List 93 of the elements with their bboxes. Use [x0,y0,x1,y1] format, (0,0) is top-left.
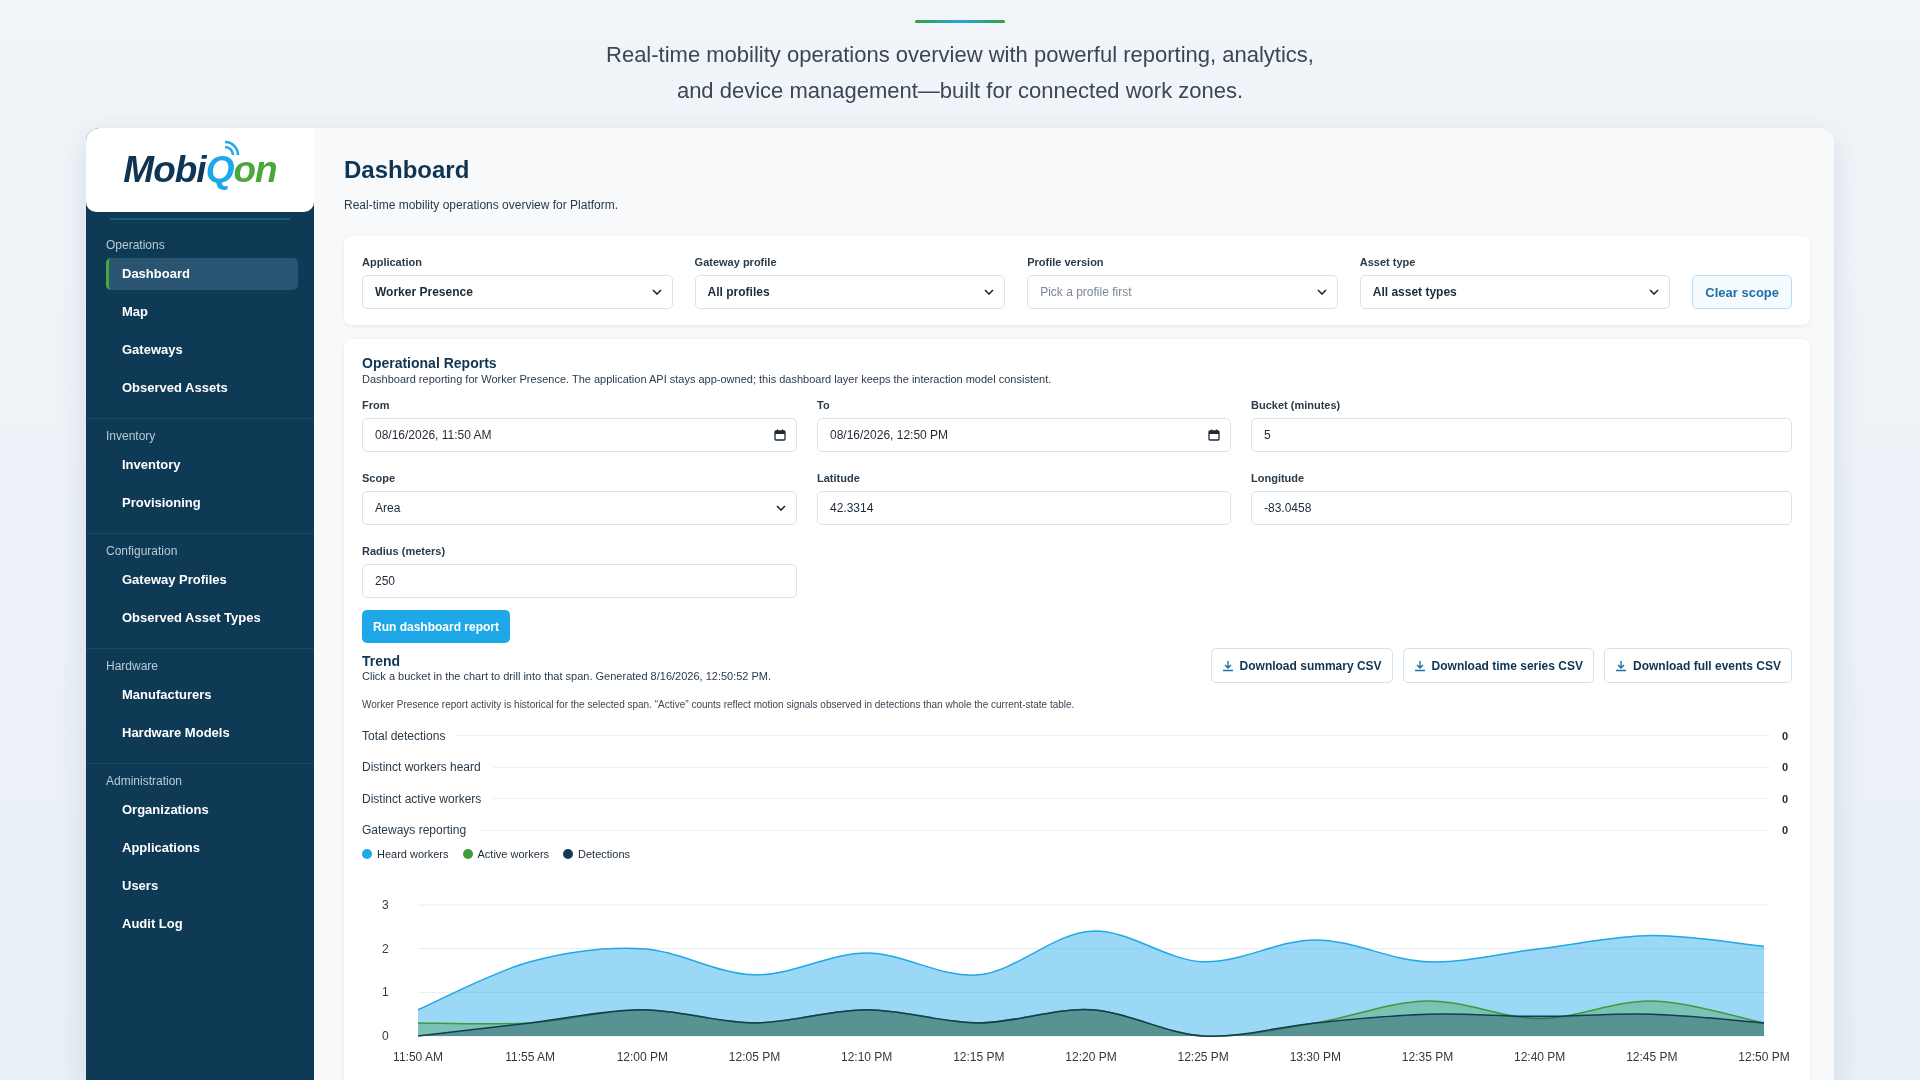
nav-item[interactable]: Gateways [106,334,298,366]
stat-label: Gateways reporting [362,823,467,838]
chevron-down-icon [984,289,995,295]
axis-tick-label: 12:50 PM [1738,1050,1790,1064]
dropdown-field[interactable]: Worker Presence [362,275,673,309]
field-label: Radius (meters) [362,545,447,557]
date-field[interactable]: 08/16/2026, 12:50 PM [817,418,1231,452]
stat-value: 0 [1781,824,1788,837]
download-icon [1221,659,1234,672]
input-field[interactable]: 42.3314 [817,491,1231,525]
field-label: From [362,399,391,411]
nav-item[interactable]: Observed Assets [106,372,298,404]
section-description: Dashboard reporting for Worker Presence. The application API stays app-owned; this dashboard layer keeps the interaction model consistent. [362,373,1053,385]
axis-tick-label: 0 [382,1029,389,1043]
nav-section-title: Inventory [106,429,157,443]
date-field[interactable]: 08/16/2026, 11:50 AM [362,418,797,452]
calendar-icon [1208,429,1220,441]
nav-item[interactable]: Gateway Profiles [106,564,298,596]
axis-tick-label: 12:05 PM [728,1050,781,1064]
nav-item[interactable]: Hardware Models [106,717,298,749]
input-field[interactable]: -83.0458 [1251,491,1792,525]
nav-section-title: Administration [106,774,184,788]
section-title: Operational Reports [362,355,498,371]
nav-item[interactable]: Observed Asset Types [106,602,298,634]
nav-section-title: Configuration [106,544,179,558]
clear-scope-button[interactable]: Clear scope [1692,275,1792,309]
field-label: Gateway profile [694,256,778,268]
download-icon [1413,659,1426,672]
chevron-down-icon [1649,289,1660,295]
field-label: To [817,399,831,411]
stat-value: 0 [1781,729,1788,742]
axis-tick-label: 11:55 AM [505,1050,556,1064]
axis-tick-label: 12:25 PM [1177,1050,1229,1064]
axis-tick-label: 11:50 AM [393,1050,443,1064]
legend-label: Detections [578,848,631,860]
field-label: Latitude [817,472,861,484]
nav-item[interactable]: Applications [106,832,298,864]
stat-label: Distinct active workers [362,791,482,806]
nav-item[interactable]: Provisioning [106,487,298,519]
page-subtitle: Real-time mobility operations overview for Platform. [344,198,620,212]
stat-value: 0 [1781,792,1788,805]
field-label: Application [362,256,423,268]
axis-tick-label: 12:40 PM [1514,1050,1566,1064]
nav-item[interactable]: Map [106,296,298,328]
input-field[interactable]: 250 [362,564,797,598]
axis-tick-label: 12:35 PM [1401,1050,1454,1064]
section-title: Trend [362,653,402,669]
download-icon [1614,659,1627,672]
field-label: Bucket (minutes) [1251,399,1342,411]
axis-tick-label: 13:30 PM [1289,1050,1341,1064]
nav-item[interactable]: Users [106,870,298,902]
chevron-down-icon [1316,289,1327,295]
axis-tick-label: 12:15 PM [953,1050,1005,1064]
axis-tick-label: 2 [382,941,389,956]
field-label: Asset type [1359,256,1417,268]
dropdown-field[interactable]: Pick a profile first [1027,275,1338,309]
download-button[interactable]: Download summary CSV [1210,648,1393,683]
axis-tick-label: 12:10 PM [841,1050,893,1064]
chevron-down-icon [651,289,662,295]
page-title: Dashboard [344,156,471,184]
field-label: Longitude [1251,472,1306,484]
axis-tick-label: 12:45 PM [1626,1050,1678,1064]
input-field[interactable]: 5 [1251,418,1792,452]
axis-tick-label: 1 [382,985,389,1000]
dropdown-field[interactable]: All profiles [694,275,1006,309]
legend-label: Heard workers [377,848,449,860]
stat-label: Distinct workers heard [362,760,481,775]
nav-item[interactable]: Organizations [106,794,298,826]
stat-value: 0 [1781,761,1788,774]
intro-text: and device management—built for connected work zones. [676,77,1244,105]
nav-item[interactable]: Inventory [106,449,298,481]
calendar-icon [774,429,786,441]
download-button[interactable]: Download full events CSV [1603,648,1792,683]
intro-text: Real-time mobility operations overview with powerful reporting, analytics, [606,41,1314,69]
nav-item[interactable]: Audit Log [106,908,298,940]
dropdown-field[interactable]: Area [362,491,797,525]
nav-item[interactable]: Dashboard [106,258,298,290]
axis-tick-label: 12:20 PM [1065,1050,1117,1064]
section-description: Click a bucket in the chart to drill into that span. Generated 8/16/2026, 12:50:52 PM. [362,670,772,682]
download-button[interactable]: Download time series CSV [1402,648,1594,683]
field-label: Scope [362,472,396,484]
legend-label: Active workers [477,848,550,860]
chevron-down-icon [776,505,786,511]
stat-label: Total detections [362,728,446,743]
nav-section-title: Hardware [106,659,160,673]
note-text: Worker Presence report activity is historical for the selected span. “Active” counts reflect motion signals observed in detections than whole the current-state table. [362,698,1076,712]
field-label: Profile version [1027,256,1105,268]
nav-section-title: Operations [106,238,166,252]
axis-tick-label: 12:00 PM [616,1050,668,1064]
dropdown-field[interactable]: All asset types [1359,275,1671,309]
axis-tick-label: 3 [382,898,389,912]
nav-item[interactable]: Manufacturers [106,679,298,711]
logo: MobiQon [123,149,277,191]
